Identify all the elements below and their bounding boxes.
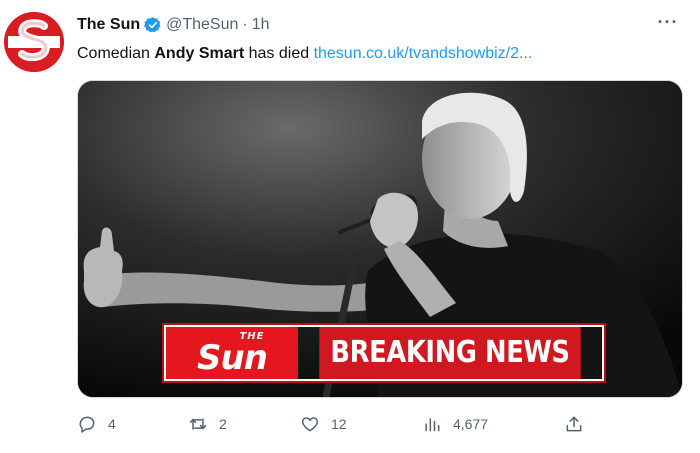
tweet-text-name: Andy Smart: [154, 45, 245, 62]
bar-chart-icon: [425, 418, 440, 432]
banner-text: BREAKING NEWS: [319, 327, 581, 379]
reply-count: 4: [108, 416, 116, 432]
tweet-text-prefix: Comedian: [77, 45, 155, 62]
avatar[interactable]: [4, 12, 64, 72]
retweet-icon: [189, 418, 207, 430]
the-sun-banner-logo: THE Sun: [166, 327, 298, 379]
share-icon: [566, 416, 582, 432]
retweet-count: 2: [219, 416, 227, 432]
heart-icon: [301, 417, 319, 432]
tweet-text: Comedian Andy Smart has died thesun.co.u…: [77, 43, 532, 65]
reply-button[interactable]: 4: [77, 410, 116, 438]
tweet-actions: 4 2 12 4,677: [77, 410, 597, 438]
tweet[interactable]: The Sun @TheSun · 1h ··· Comedian Andy S…: [0, 0, 700, 453]
share-button[interactable]: [564, 410, 584, 438]
tweet-text-suffix: has died: [244, 45, 314, 62]
more-options-icon[interactable]: ···: [655, 13, 681, 34]
views-button[interactable]: 4,677: [422, 410, 488, 438]
banner-logo-sun: Sun: [197, 338, 268, 378]
like-count: 12: [331, 416, 347, 432]
media-image[interactable]: THE Sun BREAKING NEWS: [77, 80, 683, 398]
the-sun-logo-icon: [4, 12, 64, 72]
reply-icon: [79, 416, 95, 433]
user-handle[interactable]: @TheSun: [166, 15, 238, 35]
breaking-news-banner: THE Sun BREAKING NEWS: [164, 325, 604, 381]
tweet-timestamp[interactable]: 1h: [252, 15, 270, 35]
header-separator: ·: [242, 16, 248, 33]
like-button[interactable]: 12: [300, 410, 347, 438]
retweet-button[interactable]: 2: [188, 410, 227, 438]
views-count: 4,677: [453, 416, 489, 432]
tweet-header: The Sun @TheSun · 1h: [77, 15, 270, 35]
verified-badge-icon: [144, 16, 162, 34]
display-name[interactable]: The Sun: [77, 15, 140, 35]
article-link[interactable]: thesun.co.uk/tvandshowbiz/2...: [314, 45, 533, 62]
